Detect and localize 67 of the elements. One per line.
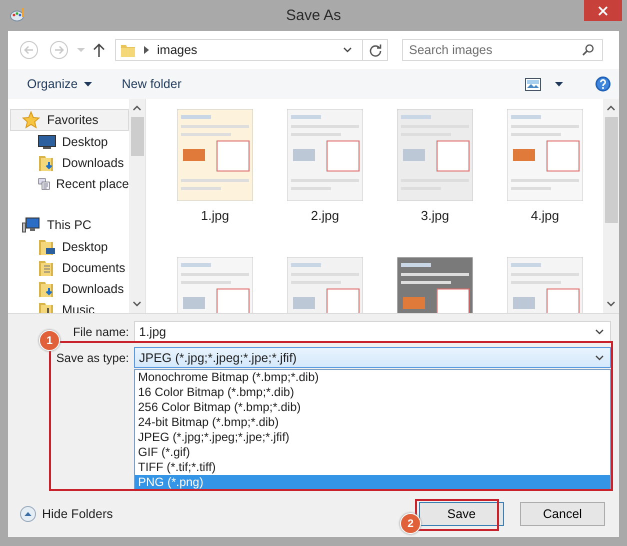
refresh-icon [368, 44, 382, 56]
nav-item[interactable]: Documents [8, 257, 129, 278]
dropdown-option[interactable]: 24-bit Bitmap (*.bmp;*.dib) [135, 415, 610, 430]
close-icon [598, 6, 608, 16]
caret-icon[interactable] [84, 82, 92, 86]
file-name: 2.jpg [310, 208, 340, 223]
caret-icon[interactable] [595, 354, 604, 360]
monitor-icon [38, 134, 56, 150]
address-bar[interactable]: images [115, 39, 388, 61]
folder-icon [38, 238, 56, 256]
star-icon [22, 111, 40, 129]
hide-folders-button[interactable]: Hide Folders [20, 506, 113, 522]
dropdown-option[interactable]: 16 Color Bitmap (*.bmp;*.dib) [135, 385, 610, 400]
file-name: 4.jpg [530, 208, 560, 223]
view-icon[interactable] [525, 78, 541, 90]
file-name: 1.jpg [200, 208, 230, 223]
save-button[interactable]: Save [419, 502, 504, 526]
file-item[interactable]: 1.jpg [160, 109, 270, 223]
search-field[interactable]: Search images [402, 39, 603, 61]
chevron-icon [144, 46, 149, 54]
up-arrow-icon[interactable] [93, 43, 105, 57]
nav-item[interactable]: Recent place [8, 173, 129, 194]
scroll-up-icon[interactable] [607, 105, 615, 111]
nav-item[interactable]: Desktop [8, 131, 129, 152]
dropdown-option[interactable]: Monochrome Bitmap (*.bmp;*.dib) [135, 370, 610, 385]
caret-icon[interactable] [595, 328, 604, 334]
nav-group[interactable]: Favorites [10, 109, 129, 131]
scroll-down-icon[interactable] [607, 301, 615, 307]
caret-icon[interactable] [343, 47, 352, 53]
window-title: Save As [286, 7, 342, 24]
dropdown-option[interactable]: 256 Color Bitmap (*.bmp;*.dib) [135, 400, 610, 415]
nav-item[interactable]: Downloads [8, 278, 129, 299]
scroll-thumb[interactable] [604, 117, 618, 223]
nav-item[interactable]: Downloads [8, 152, 129, 173]
organize-menu[interactable]: Organize [27, 77, 78, 91]
file-name-label: File name: [72, 324, 130, 338]
close-button[interactable] [584, 0, 622, 21]
folder-icon [38, 280, 56, 298]
path-text: images [157, 43, 198, 57]
save-type-label: Save as type: [55, 350, 130, 364]
save-type-dropdown[interactable]: JPEG (*.jpg;*.jpeg;*.jpe;*.jfif) [134, 347, 611, 368]
dropdown-option[interactable]: GIF (*.gif) [135, 445, 610, 460]
scroll-down-icon[interactable] [133, 301, 141, 307]
dropdown-option[interactable]: TIFF (*.tif;*.tiff) [135, 460, 610, 475]
folder-icon [38, 258, 56, 276]
help-icon[interactable] [595, 76, 611, 92]
new-folder-button[interactable]: New folder [122, 77, 182, 91]
cancel-button[interactable]: Cancel [520, 502, 605, 526]
file-item[interactable]: 2.jpg [270, 109, 380, 223]
caret-icon[interactable] [555, 82, 563, 86]
nav-item[interactable]: Desktop [8, 236, 129, 257]
collapse-icon [20, 506, 36, 522]
computer-icon [22, 217, 40, 233]
folder-icon [120, 42, 136, 58]
scrollbar[interactable] [603, 99, 619, 313]
scroll-up-icon[interactable] [133, 105, 141, 111]
scrollbar[interactable] [129, 99, 145, 313]
file-name-field[interactable]: 1.jpg [134, 321, 611, 342]
nav-group[interactable]: This PC [10, 214, 129, 236]
palette-icon [10, 7, 26, 23]
scroll-thumb[interactable] [130, 117, 144, 156]
search-icon [582, 44, 594, 56]
file-item[interactable]: 3.jpg [380, 109, 490, 223]
folder-icon [38, 154, 56, 172]
dropdown-option[interactable]: JPEG (*.jpg;*.jpeg;*.jpe;*.jfif) [135, 430, 610, 445]
file-item[interactable]: 4.jpg [490, 109, 600, 223]
file-name: 3.jpg [420, 208, 450, 223]
